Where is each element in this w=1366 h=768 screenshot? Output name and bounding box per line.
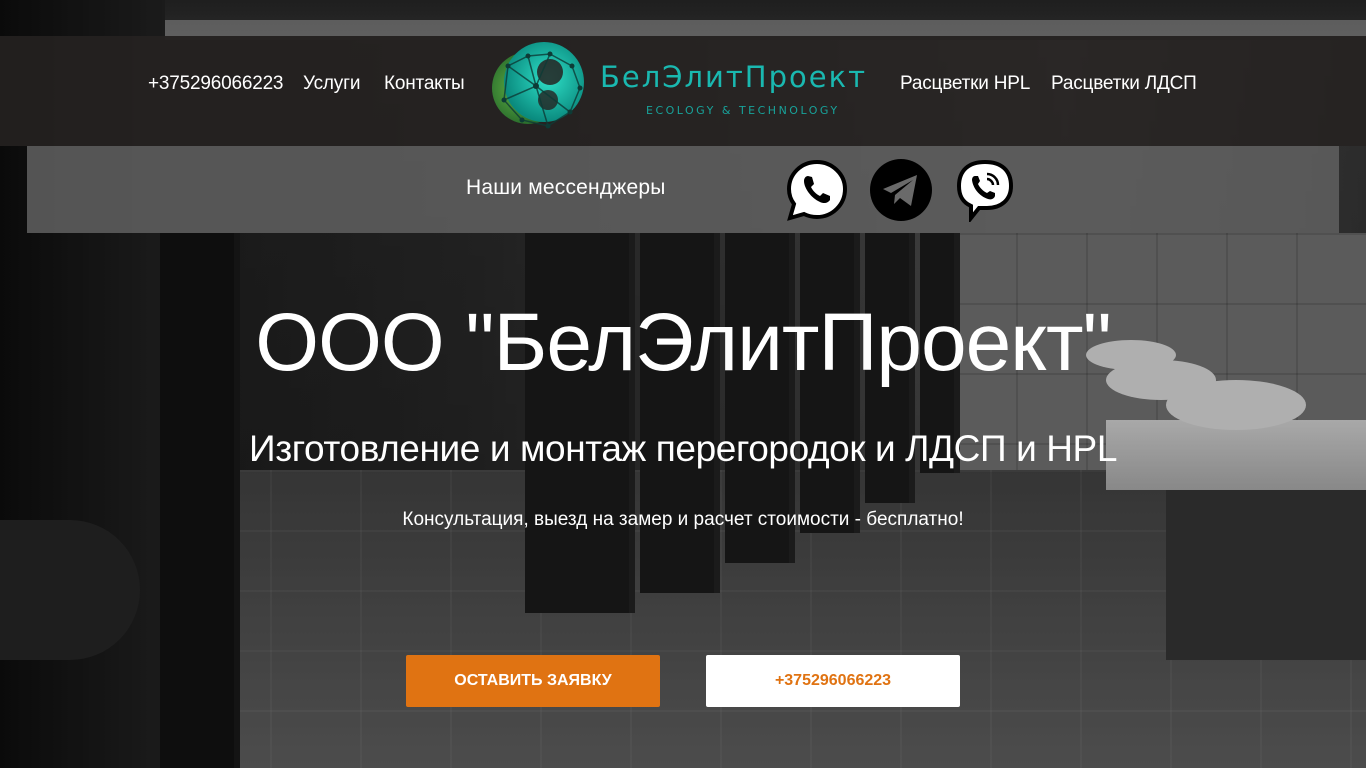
top-navigation: +375296066223 Услуги Контакты БелЭлитПро… (0, 36, 1366, 146)
nav-ldsp-colors-link[interactable]: Расцветки ЛДСП (1051, 73, 1197, 95)
nav-services-link[interactable]: Услуги (303, 73, 360, 95)
logo-name: БелЭлитПроект (600, 60, 868, 94)
hero-note: Консультация, выезд на замер и расчет ст… (402, 509, 964, 530)
request-button[interactable]: ОСТАВИТЬ ЗАЯВКУ (406, 655, 660, 707)
hero-subtitle: Изготовление и монтаж перегородок и ЛДСП… (249, 428, 1117, 469)
logo-tagline: ECOLOGY & TECHNOLOGY (646, 104, 840, 117)
nav-phone-link[interactable]: +375296066223 (148, 73, 284, 95)
logo-globe-icon (492, 42, 584, 129)
telegram-icon[interactable] (869, 158, 933, 222)
nav-contacts-link[interactable]: Контакты (384, 73, 465, 95)
nav-hpl-colors-link[interactable]: Расцветки HPL (900, 73, 1030, 95)
viber-icon[interactable] (953, 158, 1017, 224)
phone-button[interactable]: +375296066223 (706, 655, 960, 707)
hero-title: ООО "БелЭлитПроект" (255, 297, 1111, 388)
messengers-label: Наши мессенджеры (466, 176, 666, 199)
company-logo[interactable]: БелЭлитПроект ECOLOGY & TECHNOLOGY (488, 36, 880, 136)
whatsapp-icon[interactable] (785, 158, 849, 222)
messengers-bar: Наши мессенджеры (27, 146, 1339, 233)
